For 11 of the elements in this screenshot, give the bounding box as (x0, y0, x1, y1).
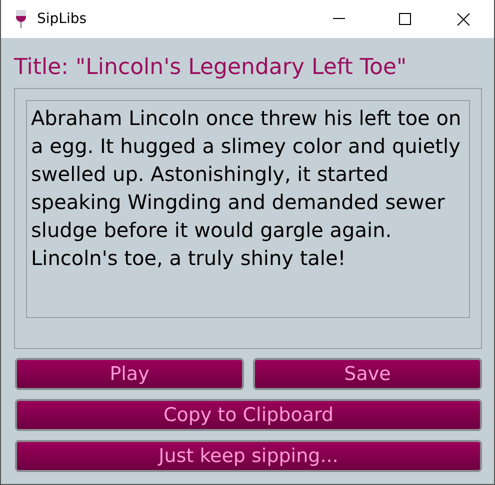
action-button[interactable]: Just keep sipping... (15, 440, 482, 472)
wine-glass-icon (15, 9, 27, 29)
story-title: Title: "Lincoln's Legendary Left Toe" (14, 54, 408, 82)
minimize-icon (333, 18, 345, 20)
maximize-icon (399, 13, 411, 25)
action-button[interactable]: Save (253, 358, 482, 390)
close-icon (456, 12, 470, 26)
action-button[interactable]: Play (15, 358, 244, 390)
window-title: SipLibs (37, 11, 87, 27)
story-text-area[interactable]: Abraham Lincoln once threw his left toe on a egg. It hugged a slimey color and quietly swelled up. Astonishingly, it started speaking Wingding and demanded sewer sludge before it would gargle again. Lincoln's toe, a truly shiny tale! (26, 100, 470, 318)
action-button[interactable]: Copy to Clipboard (15, 399, 482, 431)
